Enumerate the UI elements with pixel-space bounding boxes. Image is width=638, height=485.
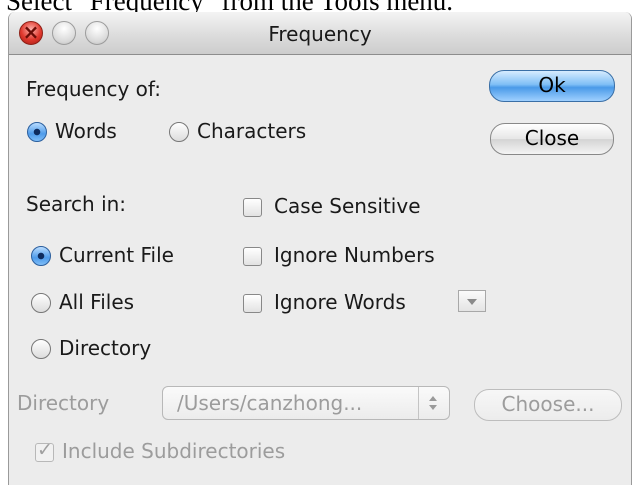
case-sensitive-checkbox[interactable] bbox=[243, 198, 262, 217]
ignore-numbers-checkbox[interactable] bbox=[243, 247, 262, 266]
directory-radio[interactable] bbox=[31, 339, 51, 359]
current-file-radio-label[interactable]: Current File bbox=[59, 243, 174, 267]
directory-label: Directory bbox=[17, 391, 110, 415]
ignore-words-dropdown-icon[interactable] bbox=[458, 290, 486, 312]
ok-button[interactable]: Ok bbox=[489, 70, 615, 102]
popup-stepper-icon bbox=[418, 387, 449, 419]
window-title: Frequency bbox=[268, 22, 372, 46]
choose-button[interactable]: Choose... bbox=[474, 389, 622, 421]
current-file-radio[interactable] bbox=[31, 246, 51, 266]
words-radio-label[interactable]: Words bbox=[55, 119, 117, 143]
characters-radio-label[interactable]: Characters bbox=[197, 119, 306, 143]
case-sensitive-label[interactable]: Case Sensitive bbox=[274, 194, 421, 218]
search-in-label: Search in: bbox=[26, 192, 127, 216]
directory-value: /Users/canzhong... bbox=[177, 391, 363, 415]
include-subdirectories-checkbox[interactable] bbox=[35, 439, 54, 462]
all-files-radio[interactable] bbox=[31, 293, 51, 313]
ignore-numbers-label[interactable]: Ignore Numbers bbox=[274, 243, 435, 267]
directory-radio-label[interactable]: Directory bbox=[59, 336, 151, 360]
all-files-radio-label[interactable]: All Files bbox=[59, 290, 134, 314]
frequency-dialog: Frequency Frequency of: Words Characters… bbox=[8, 12, 632, 485]
directory-popup[interactable]: /Users/canzhong... bbox=[162, 386, 450, 420]
ignore-words-label[interactable]: Ignore Words bbox=[274, 290, 406, 314]
characters-radio[interactable] bbox=[169, 122, 189, 142]
frequency-of-label: Frequency of: bbox=[26, 77, 161, 101]
words-radio[interactable] bbox=[27, 122, 47, 142]
ignore-words-checkbox[interactable] bbox=[243, 294, 262, 313]
include-subdirectories-label[interactable]: Include Subdirectories bbox=[62, 439, 285, 463]
title-bar: Frequency bbox=[9, 12, 631, 55]
close-button[interactable]: Close bbox=[490, 123, 614, 155]
